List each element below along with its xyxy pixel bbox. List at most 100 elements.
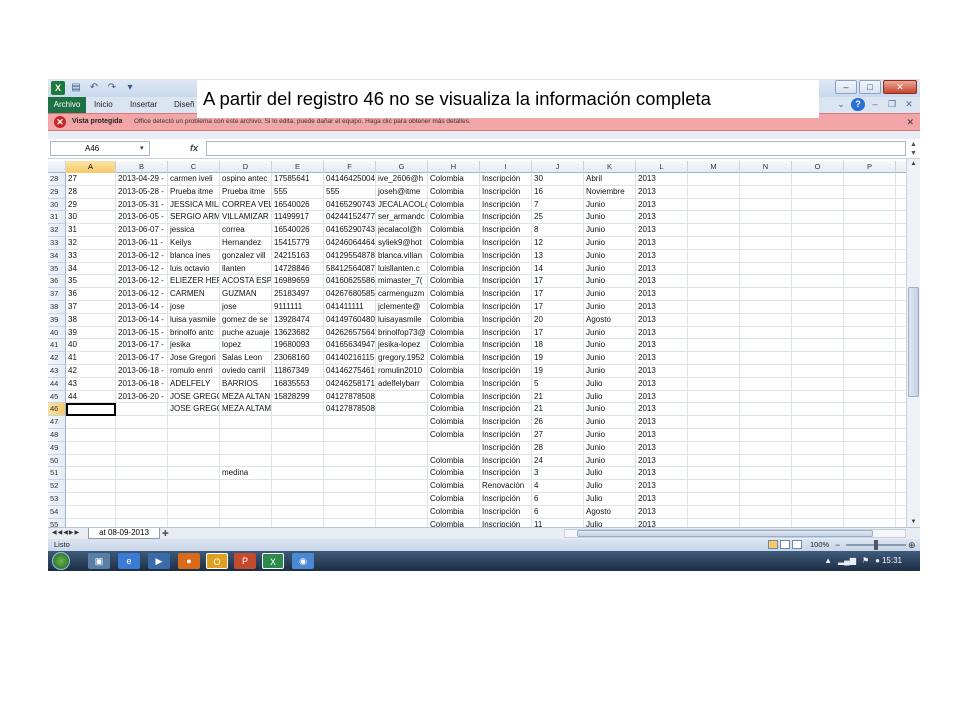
cell-o[interactable] [792, 313, 844, 327]
cell-e[interactable] [272, 518, 324, 527]
cell-h[interactable]: Colombia [428, 505, 480, 519]
scroll-thumb[interactable] [577, 530, 873, 537]
cell-b[interactable]: 2013-05-28 - [116, 185, 168, 199]
cell-g[interactable] [376, 505, 428, 519]
cell-o[interactable] [792, 211, 844, 225]
cell-k[interactable]: Junio [584, 441, 636, 455]
cell-i[interactable]: Inscripción [480, 173, 532, 186]
cell-l[interactable]: 2013 [636, 454, 688, 468]
column-header-q[interactable]: Q [896, 161, 906, 173]
cell-m[interactable] [688, 454, 740, 468]
row-header[interactable]: 55 [48, 518, 66, 527]
row-header[interactable]: 52 [48, 480, 66, 493]
cell-i[interactable]: Inscripción [480, 249, 532, 263]
cell-n[interactable] [740, 365, 792, 378]
cell-q[interactable] [896, 199, 906, 212]
row-header[interactable]: 54 [48, 505, 66, 519]
cell-q[interactable] [896, 493, 906, 506]
cell-i[interactable]: Inscripción [480, 326, 532, 340]
cell-i[interactable]: Inscripción [480, 416, 532, 429]
cell-f[interactable]: 04246258171 [324, 377, 376, 391]
cell-k[interactable]: Junio [584, 403, 636, 417]
column-header-a[interactable]: A [66, 161, 116, 173]
cell-c[interactable] [168, 493, 220, 506]
row-header[interactable]: 39 [48, 313, 66, 327]
cell-n[interactable] [740, 339, 792, 353]
cell-c[interactable] [168, 429, 220, 442]
cell-o[interactable] [792, 429, 844, 442]
cell-p[interactable] [844, 249, 896, 263]
cell-o[interactable] [792, 275, 844, 289]
name-box[interactable]: A46 [50, 141, 150, 156]
cell-k[interactable]: Junio [584, 211, 636, 225]
cell-g[interactable] [376, 467, 428, 481]
column-header-i[interactable]: I [480, 161, 532, 173]
row-header[interactable]: 48 [48, 429, 66, 442]
cell-k[interactable]: Junio [584, 288, 636, 301]
cell-q[interactable] [896, 314, 906, 327]
cell-n[interactable] [740, 326, 792, 340]
cell-c[interactable] [168, 480, 220, 493]
cell-b[interactable]: 2013-06-12 - [116, 249, 168, 263]
cell-k[interactable]: Julio [584, 480, 636, 493]
cell-i[interactable]: Inscripción [480, 198, 532, 212]
cell-d[interactable]: MEZA ALTAMAR [220, 403, 272, 417]
cell-n[interactable] [740, 403, 792, 417]
cell-b[interactable]: 2013-06-11 - [116, 237, 168, 250]
row-header[interactable]: 51 [48, 467, 66, 481]
cell-b[interactable] [116, 454, 168, 468]
redo-icon[interactable]: ↷ [105, 81, 119, 95]
cell-h[interactable]: Colombia [428, 390, 480, 404]
ie-icon[interactable]: e [118, 553, 140, 569]
cell-o[interactable] [792, 326, 844, 340]
cell-q[interactable] [896, 237, 906, 250]
cell-f[interactable]: 04244152477 [324, 211, 376, 225]
cell-f[interactable]: 04146275461 [324, 365, 376, 378]
cell-j[interactable]: 27 [532, 429, 584, 442]
cell-m[interactable] [688, 390, 740, 404]
row-header[interactable]: 47 [48, 416, 66, 429]
cell-g[interactable]: carmenguzm [376, 288, 428, 301]
cell-g[interactable]: gregory.1952 [376, 352, 428, 365]
row-header[interactable]: 45 [48, 390, 66, 404]
cell-m[interactable] [688, 441, 740, 455]
cell-p[interactable] [844, 326, 896, 340]
cell-q[interactable] [896, 275, 906, 289]
cell-a[interactable] [66, 403, 116, 417]
cell-j[interactable]: 3 [532, 467, 584, 481]
cell-p[interactable] [844, 198, 896, 212]
cell-p[interactable] [844, 224, 896, 237]
cell-h[interactable]: Colombia [428, 480, 480, 493]
cell-l[interactable]: 2013 [636, 237, 688, 250]
column-header-l[interactable]: L [636, 161, 688, 173]
cell-c[interactable]: Keilys [168, 237, 220, 250]
row-header[interactable]: 31 [48, 211, 66, 225]
cell-j[interactable]: 19 [532, 365, 584, 378]
cell-p[interactable] [844, 480, 896, 493]
cell-g[interactable]: syliek9@hot [376, 237, 428, 250]
update-icon[interactable]: ● [875, 551, 880, 571]
cell-e[interactable] [272, 429, 324, 442]
cell-b[interactable] [116, 467, 168, 481]
cell-o[interactable] [792, 288, 844, 301]
column-header-h[interactable]: H [428, 161, 480, 173]
cell-m[interactable] [688, 429, 740, 442]
cell-f[interactable] [324, 416, 376, 429]
cell-k[interactable]: Noviembre [584, 185, 636, 199]
cell-i[interactable]: Inscripción [480, 467, 532, 481]
cell-e[interactable]: 17585641 [272, 173, 324, 186]
cell-g[interactable] [376, 454, 428, 468]
cell-c[interactable] [168, 416, 220, 429]
cell-g[interactable]: adelfelybarr [376, 377, 428, 391]
cell-c[interactable] [168, 441, 220, 455]
cell-d[interactable]: ospino antec [220, 173, 272, 186]
cell-c[interactable]: Jose Gregori [168, 352, 220, 365]
cell-b[interactable]: 2013-06-20 - [116, 390, 168, 404]
cell-n[interactable] [740, 313, 792, 327]
cell-o[interactable] [792, 262, 844, 276]
cell-c[interactable] [168, 505, 220, 519]
cell-o[interactable] [792, 185, 844, 199]
start-button[interactable] [52, 552, 70, 570]
cell-c[interactable]: ADELFELY [168, 377, 220, 391]
cell-m[interactable] [688, 403, 740, 417]
